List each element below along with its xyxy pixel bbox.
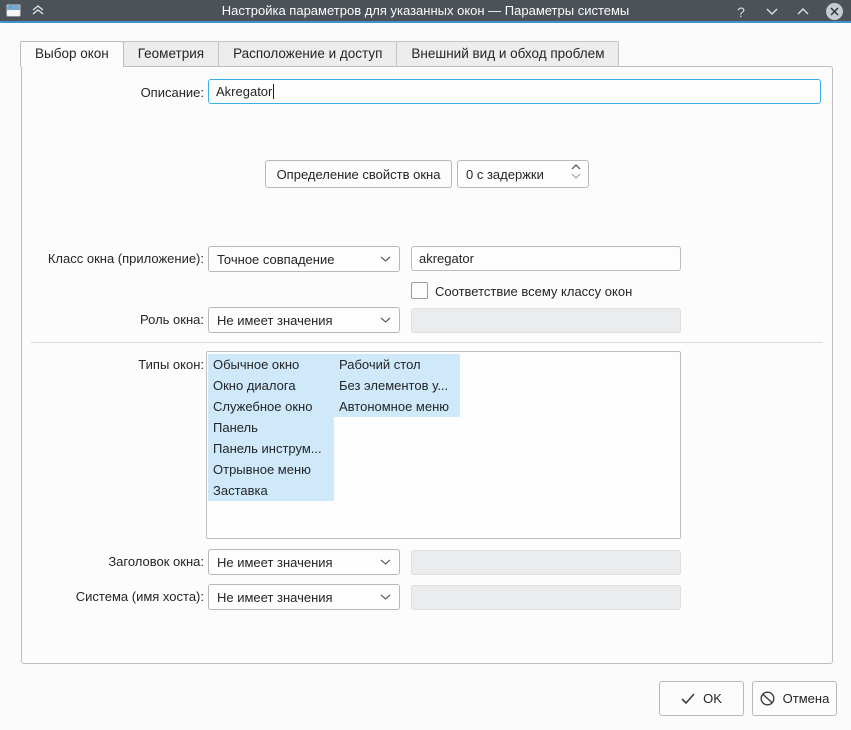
ok-button[interactable]: OK	[659, 681, 744, 716]
tab[interactable]: Выбор окон	[20, 41, 124, 67]
delay-spinbox[interactable]: 0 с задержки	[457, 160, 589, 188]
tab[interactable]: Внешний вид и обход проблем	[396, 41, 619, 66]
window-role-label: Роль окна:	[22, 312, 204, 327]
machine-input	[411, 585, 681, 610]
circle-slash-icon	[760, 691, 775, 706]
whole-class-checkbox-label[interactable]: Соответствие всему классу окон	[435, 284, 632, 299]
detect-window-properties-button[interactable]: Определение свойств окна	[265, 160, 452, 188]
window-role-input	[411, 308, 681, 333]
window-type-item[interactable]: Автономное меню	[334, 396, 460, 417]
chevron-down-icon	[380, 594, 391, 600]
window-rules-dialog: Настройка параметров для указанных окон …	[0, 0, 851, 730]
tab[interactable]: Геометрия	[123, 41, 219, 66]
window-types-column-1: Обычное окноОкно диалогаСлужебное окноПа…	[208, 354, 334, 501]
tab-bar: Выбор оконГеометрияРасположение и доступ…	[20, 41, 618, 67]
tab[interactable]: Расположение и доступ	[218, 41, 397, 66]
window-type-item[interactable]: Панель инструм...	[208, 438, 334, 459]
window-class-match-combobox[interactable]: Точное совпадение	[208, 246, 400, 272]
check-icon	[681, 693, 695, 704]
window-type-item[interactable]: Служебное окно	[208, 396, 334, 417]
window-type-item[interactable]: Панель	[208, 417, 334, 438]
window-class-input[interactable]: akregator	[411, 246, 681, 271]
titlebar[interactable]: Настройка параметров для указанных окон …	[0, 0, 851, 23]
window-type-item[interactable]: Окно диалога	[208, 375, 334, 396]
spin-down-icon[interactable]	[571, 173, 581, 179]
minimize-icon[interactable]	[764, 4, 780, 20]
cancel-button[interactable]: Отмена	[752, 681, 837, 716]
whole-class-checkbox[interactable]	[411, 282, 428, 299]
window-types-list[interactable]: Обычное окноОкно диалогаСлужебное окноПа…	[206, 351, 681, 539]
description-input[interactable]: Akregator	[208, 79, 821, 104]
window-type-item[interactable]: Рабочий стол	[334, 354, 460, 375]
maximize-icon[interactable]	[795, 4, 811, 20]
machine-match-combobox[interactable]: Не имеет значения	[208, 584, 400, 610]
window-title-input	[411, 550, 681, 575]
description-label: Описание:	[22, 85, 204, 100]
window-role-match-combobox[interactable]: Не имеет значения	[208, 307, 400, 333]
window-types-label: Типы окон:	[22, 357, 204, 372]
window-class-label: Класс окна (приложение):	[22, 251, 204, 266]
window-type-item[interactable]: Без элементов у...	[334, 375, 460, 396]
text-cursor	[273, 84, 274, 99]
window-type-item[interactable]: Обычное окно	[208, 354, 334, 375]
spin-up-icon[interactable]	[571, 164, 581, 170]
app-window-icon	[6, 4, 21, 17]
window-type-item[interactable]: Заставка	[208, 480, 334, 501]
close-icon[interactable]	[826, 3, 843, 20]
keep-above-icon[interactable]	[30, 3, 46, 19]
chevron-down-icon	[380, 317, 391, 323]
separator	[31, 342, 823, 343]
help-icon[interactable]: ?	[733, 4, 749, 20]
chevron-down-icon	[380, 559, 391, 565]
window-types-column-2: Рабочий столБез элементов у...Автономное…	[334, 354, 460, 417]
chevron-down-icon	[380, 256, 391, 262]
tab-content-window-selection: Описание: Akregator Определение свойств …	[21, 66, 833, 664]
window-title: Настройка параметров для указанных окон …	[0, 0, 851, 22]
window-type-item[interactable]: Отрывное меню	[208, 459, 334, 480]
window-title-match-combobox[interactable]: Не имеет значения	[208, 549, 400, 575]
window-title-label: Заголовок окна:	[22, 554, 204, 569]
machine-label: Система (имя хоста):	[22, 589, 204, 604]
